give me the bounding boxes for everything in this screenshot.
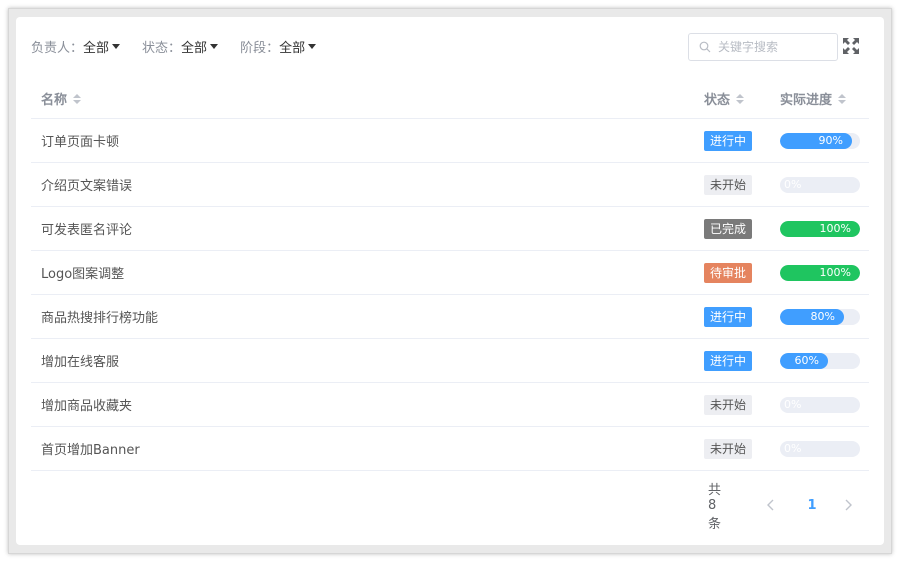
search-box[interactable]	[688, 33, 838, 61]
status-badge: 未开始	[704, 175, 753, 195]
chevron-left-icon[interactable]	[765, 494, 777, 516]
table-row[interactable]: 增加商品收藏夹 未开始 0%	[31, 383, 869, 427]
status-badge: 进行中	[704, 351, 753, 371]
progress-label: 80%	[810, 310, 835, 323]
filter-stage-value: 全部	[279, 40, 306, 56]
status-badge: 待审批	[704, 263, 753, 283]
filter-bar: 负责人： 全部 状态： 全部 阶段： 全部	[31, 37, 338, 56]
search-icon	[699, 41, 711, 53]
filter-status[interactable]: 状态： 全部	[142, 37, 219, 56]
progress-bar: 100%	[780, 221, 860, 237]
table-body: 订单页面卡顿 进行中 90% 介绍页文案错误 未开始 0% 可发表匿名评论 已完…	[31, 119, 869, 471]
column-progress-header[interactable]: 实际进度	[780, 79, 847, 118]
column-name-label: 名称	[41, 93, 68, 108]
caret-down-icon	[210, 44, 219, 49]
window-frame: 负责人： 全部 状态： 全部 阶段： 全部 关键字搜索 名称 状态 实际进度 订…	[8, 8, 892, 554]
task-card: 负责人： 全部 状态： 全部 阶段： 全部 关键字搜索 名称 状态 实际进度 订…	[16, 17, 884, 545]
sort-icon[interactable]	[838, 93, 847, 104]
task-name: 首页增加Banner	[41, 443, 140, 458]
progress-bar: 100%	[780, 265, 860, 281]
task-name: 商品热搜排行榜功能	[41, 311, 159, 326]
filter-stage-label: 阶段：	[240, 40, 280, 56]
task-name: 增加商品收藏夹	[41, 399, 133, 414]
progress-label: 100%	[819, 266, 851, 279]
chevron-right-icon[interactable]	[842, 494, 854, 516]
filter-owner[interactable]: 负责人： 全部	[31, 37, 121, 56]
progress-bar: 0%	[780, 441, 860, 457]
progress-label: 60%	[794, 354, 819, 367]
status-badge: 进行中	[704, 131, 753, 151]
pagination-total: 共 8 条	[708, 482, 722, 532]
progress-bar: 80%	[780, 309, 860, 325]
filter-stage[interactable]: 阶段： 全部	[240, 37, 317, 56]
status-badge: 未开始	[704, 439, 753, 459]
table-row[interactable]: Logo图案调整 待审批 100%	[31, 251, 869, 295]
column-progress-label: 实际进度	[780, 93, 833, 108]
table-header: 名称 状态 实际进度	[31, 79, 869, 119]
progress-bar: 60%	[780, 353, 860, 369]
filter-status-value: 全部	[181, 40, 208, 56]
task-name: 增加在线客服	[41, 355, 120, 370]
fullscreen-icon[interactable]	[842, 37, 860, 55]
table-row[interactable]: 首页增加Banner 未开始 0%	[31, 427, 869, 471]
search-input[interactable]	[718, 40, 828, 54]
progress-label: 100%	[819, 222, 851, 235]
caret-down-icon	[112, 44, 121, 49]
progress-label: 0%	[784, 398, 802, 411]
progress-bar: 0%	[780, 397, 860, 413]
filter-status-label: 状态：	[142, 40, 182, 56]
filter-owner-label: 负责人：	[31, 40, 84, 56]
column-status-label: 状态	[704, 93, 731, 108]
page-number-current[interactable]: 1	[805, 498, 819, 513]
task-name: 可发表匿名评论	[41, 223, 133, 238]
table-row[interactable]: 订单页面卡顿 进行中 90%	[31, 119, 869, 163]
progress-label: 90%	[818, 134, 843, 147]
progress-bar: 0%	[780, 177, 860, 193]
sort-icon[interactable]	[73, 93, 82, 104]
filter-owner-value: 全部	[83, 40, 110, 56]
column-name-header[interactable]: 名称	[41, 79, 82, 118]
table-row[interactable]: 介绍页文案错误 未开始 0%	[31, 163, 869, 207]
sort-icon[interactable]	[736, 93, 745, 104]
caret-down-icon	[308, 44, 317, 49]
task-name: Logo图案调整	[41, 267, 125, 282]
progress-bar: 90%	[780, 133, 860, 149]
progress-label: 0%	[784, 442, 802, 455]
table-row[interactable]: 增加在线客服 进行中 60%	[31, 339, 869, 383]
table-row[interactable]: 商品热搜排行榜功能 进行中 80%	[31, 295, 869, 339]
status-badge: 已完成	[704, 219, 753, 239]
task-name: 订单页面卡顿	[41, 135, 120, 150]
status-badge: 进行中	[704, 307, 753, 327]
status-badge: 未开始	[704, 395, 753, 415]
table-row[interactable]: 可发表匿名评论 已完成 100%	[31, 207, 869, 251]
progress-label: 0%	[784, 178, 802, 191]
column-status-header[interactable]: 状态	[704, 79, 745, 118]
task-name: 介绍页文案错误	[41, 179, 133, 194]
